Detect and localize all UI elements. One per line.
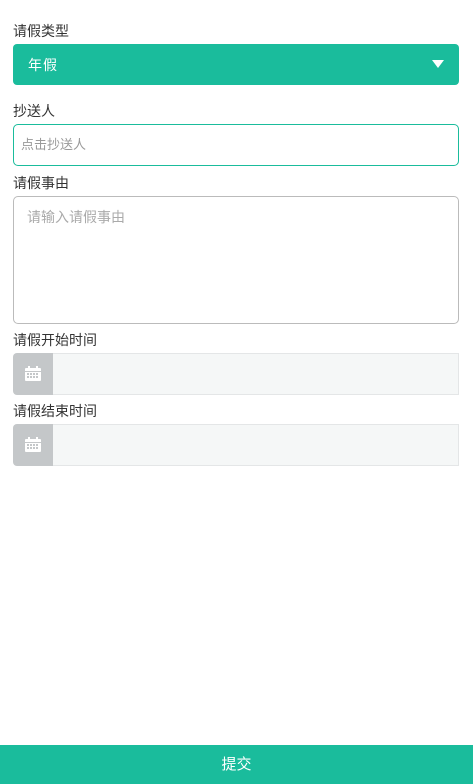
leave-type-select[interactable]: 年假: [13, 44, 459, 85]
start-time-addon[interactable]: [13, 353, 53, 395]
cc-label: 抄送人: [13, 104, 55, 120]
leave-type-selected-value: 年假: [28, 58, 58, 74]
end-time-field: [13, 424, 459, 466]
start-time-label: 请假开始时间: [13, 333, 97, 349]
caret-down-icon: [432, 60, 444, 68]
calendar-icon: [25, 437, 41, 452]
start-time-field: [13, 353, 459, 395]
leave-type-label: 请假类型: [13, 24, 69, 40]
reason-label: 请假事由: [13, 176, 69, 192]
calendar-icon: [25, 366, 41, 381]
start-time-input[interactable]: [53, 353, 459, 395]
submit-button[interactable]: 提交: [0, 745, 473, 784]
end-time-label: 请假结束时间: [13, 404, 97, 420]
reason-textarea[interactable]: [13, 196, 459, 324]
cc-input[interactable]: [13, 124, 459, 166]
end-time-addon[interactable]: [13, 424, 53, 466]
end-time-input[interactable]: [53, 424, 459, 466]
